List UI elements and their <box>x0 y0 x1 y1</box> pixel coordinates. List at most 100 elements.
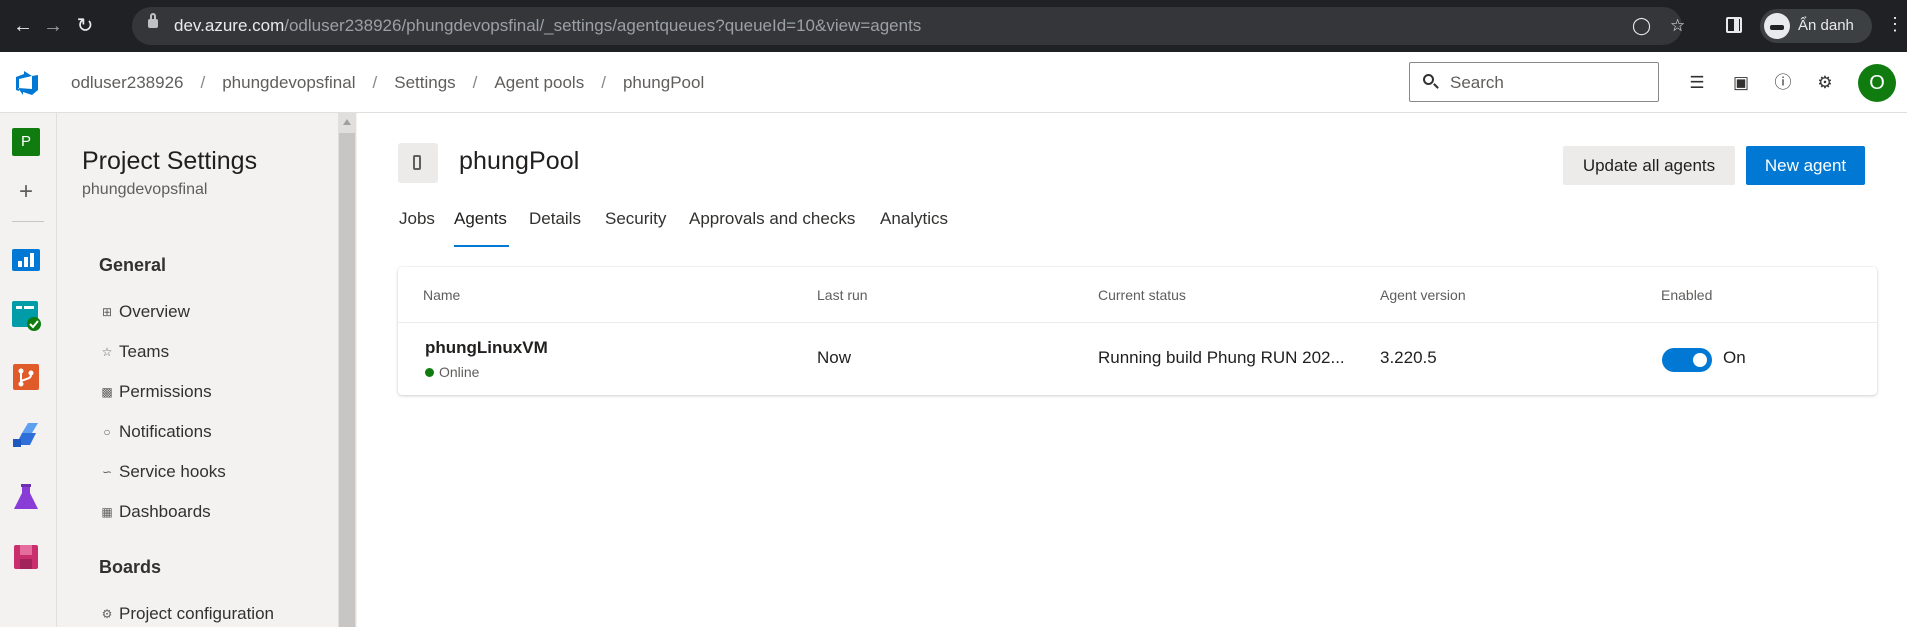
nav-item-label: Permissions <box>119 382 212 401</box>
page-title: phungPool <box>459 147 580 175</box>
column-header-name[interactable]: Name <box>423 287 460 303</box>
test-plans-service-icon[interactable] <box>10 481 42 513</box>
service-hooks-icon: ∽ <box>101 465 113 479</box>
agent-status: Online <box>425 364 479 380</box>
breadcrumb-settings[interactable]: Settings <box>394 73 455 93</box>
azure-devops-logo-icon[interactable] <box>14 70 40 96</box>
nav-item-dashboards[interactable]: ▦ Dashboards <box>99 502 211 528</box>
agent-enabled-label: On <box>1723 348 1746 367</box>
online-status-dot-icon <box>425 368 434 377</box>
column-header-agent-version[interactable]: Agent version <box>1380 287 1466 303</box>
add-icon[interactable]: + <box>14 180 38 204</box>
help-icon[interactable]: ⓘ <box>1772 72 1794 94</box>
nav-scrollbar[interactable] <box>338 113 356 627</box>
nav-group-boards: Boards <box>99 557 162 577</box>
marketplace-bag-icon[interactable]: ▣ <box>1730 72 1752 94</box>
repos-service-icon[interactable] <box>10 361 42 393</box>
service-rail: P + <box>0 113 57 627</box>
url-text[interactable]: dev.azure.com/odluser238926/phungdevopsf… <box>174 16 921 36</box>
nav-item-overview[interactable]: ⊞ Overview <box>99 302 190 328</box>
tab-analytics[interactable]: Analytics <box>880 209 948 247</box>
work-items-icon[interactable]: ☰ <box>1686 72 1708 94</box>
nav-item-label: Dashboards <box>119 502 211 521</box>
breadcrumb-pool[interactable]: phungPool <box>623 73 704 93</box>
incognito-profile-button[interactable]: Ẩn danh <box>1760 9 1872 43</box>
profile-label: Ẩn danh <box>1798 17 1854 34</box>
lock-icon <box>148 13 158 28</box>
new-agent-button[interactable]: New agent <box>1746 146 1865 185</box>
address-bar[interactable]: dev.azure.com/odluser238926/phungdevopsf… <box>132 7 1685 45</box>
toggle-knob <box>1693 353 1707 367</box>
rail-divider <box>12 221 44 222</box>
url-path: /odluser238926/phungdevopsfinal/_setting… <box>284 16 922 35</box>
project-settings-nav: Project Settings phungdevopsfinal Genera… <box>57 113 357 627</box>
url-host: dev.azure.com <box>174 16 285 35</box>
agent-last-run: Now <box>817 348 852 367</box>
nav-item-teams[interactable]: ☆ Teams <box>99 342 169 368</box>
agents-table: Name Last run Current status Agent versi… <box>398 267 1877 395</box>
user-settings-icon[interactable]: ⚙ <box>1814 72 1836 94</box>
search-input[interactable] <box>1450 72 1650 94</box>
eye-off-icon[interactable]: ◯ <box>1632 16 1651 36</box>
nav-item-label: Notifications <box>119 422 212 441</box>
side-panel-icon[interactable] <box>1726 17 1742 33</box>
tab-agents[interactable]: Agents <box>454 209 507 247</box>
breadcrumb-separator: / <box>200 73 206 92</box>
project-avatar[interactable]: P <box>12 128 40 156</box>
incognito-icon <box>1764 13 1790 39</box>
breadcrumb-project[interactable]: phungdevopsfinal <box>222 73 355 93</box>
nav-item-label: Project configuration <box>119 604 274 623</box>
breadcrumb-organization[interactable]: odluser238926 <box>71 73 183 93</box>
tab-jobs[interactable]: Jobs <box>399 209 435 247</box>
agent-enabled-toggle[interactable] <box>1662 348 1712 372</box>
artifacts-service-icon[interactable] <box>10 541 42 573</box>
teams-icon: ☆ <box>101 345 113 359</box>
nav-item-notifications[interactable]: ○ Notifications <box>99 422 212 448</box>
column-header-current-status[interactable]: Current status <box>1098 287 1186 303</box>
nav-item-permissions[interactable]: ▩ Permissions <box>99 382 212 408</box>
breadcrumb-agent-pools[interactable]: Agent pools <box>494 73 584 93</box>
top-header: odluser238926 / phungdevopsfinal / Settings /… <box>0 52 1907 113</box>
scrollbar-thumb[interactable] <box>339 133 355 627</box>
overview-icon: ⊞ <box>101 305 113 319</box>
scroll-up-arrow-icon[interactable] <box>343 119 351 125</box>
forward-arrow-icon[interactable]: → <box>40 13 66 39</box>
agent-current-status-link[interactable]: Running build Phung RUN 202... <box>1098 348 1345 368</box>
breadcrumb-separator: / <box>472 73 478 92</box>
settings-project-name: phungdevopsfinal <box>82 181 208 198</box>
boards-service-icon[interactable] <box>10 299 42 331</box>
agent-name-link[interactable]: phungLinuxVM <box>425 338 548 358</box>
browser-menu-icon[interactable]: ⋮ <box>1886 14 1904 35</box>
nav-item-service-hooks[interactable]: ∽ Service hooks <box>99 462 226 488</box>
notification-icon: ○ <box>103 425 111 439</box>
breadcrumb-separator: / <box>372 73 378 92</box>
nav-item-label: Overview <box>119 302 190 321</box>
agent-version: 3.220.5 <box>1380 348 1437 367</box>
avatar[interactable]: O <box>1858 64 1896 102</box>
dashboard-icon: ▦ <box>101 505 113 519</box>
active-tab-indicator <box>454 245 509 247</box>
update-all-agents-button[interactable]: Update all agents <box>1563 146 1735 185</box>
nav-item-label: Teams <box>119 342 170 361</box>
tab-approvals-and-checks[interactable]: Approvals and checks <box>689 209 855 247</box>
tab-details[interactable]: Details <box>529 209 581 247</box>
nav-item-project-configuration[interactable]: ⚙ Project configuration <box>99 604 274 627</box>
nav-group-general: General <box>99 255 167 275</box>
lock-icon: ▩ <box>101 385 113 399</box>
search-icon <box>1423 74 1434 85</box>
project-config-icon: ⚙ <box>101 607 113 621</box>
agent-status-label: Online <box>439 364 480 380</box>
star-icon[interactable]: ☆ <box>1670 16 1685 36</box>
column-header-enabled[interactable]: Enabled <box>1661 287 1712 303</box>
back-arrow-icon[interactable]: ← <box>10 13 36 39</box>
tab-security[interactable]: Security <box>605 209 666 247</box>
reload-icon[interactable]: ↻ <box>72 13 98 39</box>
settings-title: Project Settings <box>82 147 258 175</box>
breadcrumb-separator: / <box>601 73 606 92</box>
search-box[interactable] <box>1409 62 1659 102</box>
column-header-last-run[interactable]: Last run <box>817 287 868 303</box>
browser-chrome: ← → ↻ dev.azure.com/odluser238926/phungd… <box>0 0 1907 52</box>
pipelines-service-icon[interactable] <box>10 419 42 451</box>
table-header-divider <box>398 322 1877 323</box>
overview-service-icon[interactable] <box>10 243 42 275</box>
